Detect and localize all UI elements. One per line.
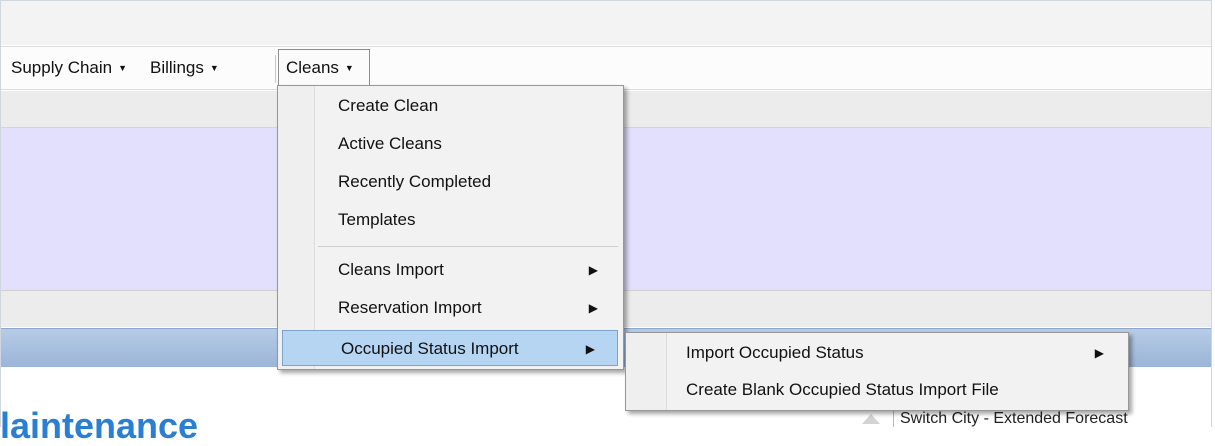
menu-item-label: Cleans Import [338, 260, 444, 279]
menu-item-import-occupied-status[interactable]: Import Occupied Status ▶ [628, 335, 1124, 371]
menu-item-active-cleans[interactable]: Active Cleans [280, 126, 620, 162]
chevron-right-icon: ▶ [588, 301, 598, 315]
menu-supply-chain[interactable]: Supply Chain ▼ [11, 47, 127, 89]
side-panel-title: Switch City - Extended Forecast [900, 410, 1128, 427]
menu-item-label: Active Cleans [338, 134, 442, 153]
menu-item-label: Templates [338, 210, 416, 229]
menu-item-create-blank-import-file[interactable]: Create Blank Occupied Status Import File [628, 372, 1124, 408]
menu-item-templates[interactable]: Templates [280, 202, 620, 238]
menu-item-cleans-import[interactable]: Cleans Import ▶ [280, 252, 620, 288]
menu-separator [275, 55, 276, 83]
menu-item-label: Create Clean [338, 96, 439, 115]
menu-item-reservation-import[interactable]: Reservation Import ▶ [280, 290, 620, 326]
page-title: laintenance [0, 405, 199, 446]
chevron-right-icon: ▶ [1094, 346, 1104, 360]
chevron-right-icon: ▶ [588, 263, 598, 277]
menu-item-label: Create Blank Occupied Status Import File [686, 380, 999, 399]
menu-bar: Supply Chain ▼ Billings ▼ Cleans ▼ [1, 46, 1211, 90]
collapse-arrow-icon[interactable] [862, 414, 880, 424]
menu-cleans[interactable]: Cleans ▼ [286, 47, 354, 89]
title-strip [1, 1, 1211, 45]
menu-item-recently-completed[interactable]: Recently Completed [280, 164, 620, 200]
menu-supply-chain-label: Supply Chain [11, 58, 113, 77]
menu-item-occupied-status-import[interactable]: Occupied Status Import ▶ [282, 330, 618, 366]
chevron-down-icon: ▼ [344, 63, 354, 73]
menu-separator [318, 246, 618, 247]
menu-billings[interactable]: Billings ▼ [150, 47, 219, 89]
menu-cleans-label: Cleans [286, 58, 339, 77]
chevron-right-icon: ▶ [585, 342, 595, 356]
occupied-status-submenu: Import Occupied Status ▶ Create Blank Oc… [625, 332, 1129, 411]
menu-item-label: Recently Completed [338, 172, 492, 191]
chevron-down-icon: ▼ [118, 63, 128, 73]
cleans-dropdown-menu: Create Clean Active Cleans Recently Comp… [277, 85, 624, 370]
menu-item-create-clean[interactable]: Create Clean [280, 88, 620, 124]
menu-item-label: Reservation Import [338, 298, 482, 317]
menu-item-label: Import Occupied Status [686, 343, 864, 362]
menu-billings-label: Billings [150, 58, 204, 77]
chevron-down-icon: ▼ [209, 63, 219, 73]
menu-item-label: Occupied Status Import [341, 339, 519, 358]
